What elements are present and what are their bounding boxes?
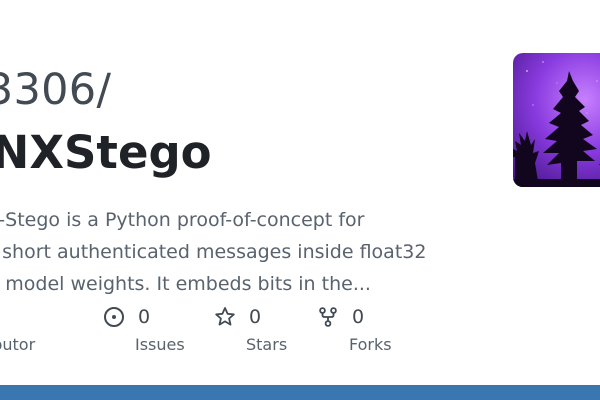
issues-count: 0 [138, 306, 151, 328]
forks-label: Forks [349, 335, 392, 354]
repo-stats: ontributor 0 Issues 0 Stars [0, 305, 600, 365]
repo-owner[interactable]: -3306/ [0, 62, 111, 118]
contributors-label: ontributor [0, 335, 36, 354]
language-color-bar [0, 385, 600, 400]
owner-avatar[interactable] [513, 53, 600, 187]
issue-circle-icon [104, 307, 124, 327]
repo-forked-icon [319, 307, 337, 327]
repo-social-card: -3306/ NNXStego NX-Stego is a Python pro… [0, 0, 600, 400]
avatar-image [513, 53, 600, 187]
stars-count: 0 [249, 306, 262, 328]
star-icon [215, 307, 235, 326]
description-line: ng short authenticated messages inside f… [0, 241, 427, 263]
repo-description: NX-Stego is a Python proof-of-concept fo… [0, 204, 492, 300]
issues-label: Issues [135, 335, 185, 354]
repo-name[interactable]: NNXStego [0, 124, 212, 182]
stars-label: Stars [246, 335, 288, 354]
description-line: NX-Stego is a Python proof-of-concept fo… [0, 209, 365, 231]
description-line: NX model weights. It embeds bits in the.… [0, 273, 371, 295]
forks-count: 0 [352, 306, 365, 328]
